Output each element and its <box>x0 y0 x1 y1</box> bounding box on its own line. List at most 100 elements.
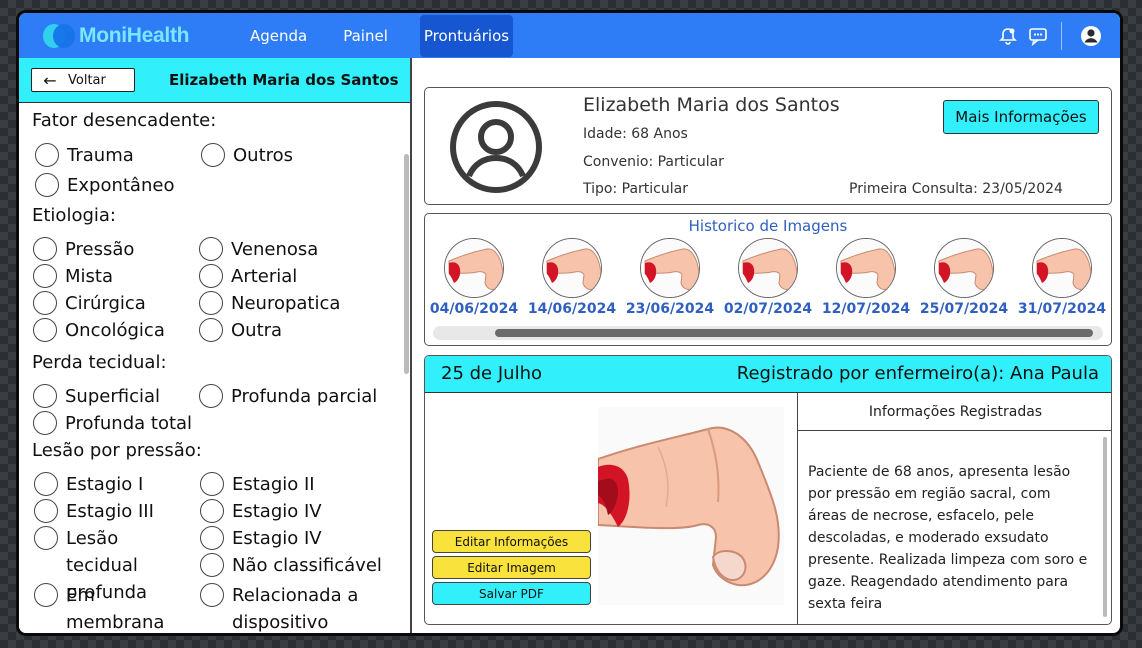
patient-age: Idade: 68 Anos <box>583 126 688 142</box>
nav-item-agenda[interactable]: Agenda <box>232 15 325 57</box>
section-title-etiology: Etiologia: <box>32 205 116 226</box>
history-date: 23/06/2024 <box>625 301 715 317</box>
radio-button[interactable] <box>34 499 58 523</box>
assessment-form: Fator desencadente: Trauma Outros Expont… <box>19 104 412 633</box>
logo-icon <box>43 23 75 48</box>
save-pdf-button[interactable]: Salvar PDF <box>432 582 591 605</box>
registered-info-title: Informações Registradas <box>798 393 1111 431</box>
edit-image-button[interactable]: Editar Imagem <box>432 556 591 579</box>
radio-button[interactable] <box>199 264 223 288</box>
radio-option[interactable]: Estagio I <box>34 471 143 498</box>
wound-thumbnail-image <box>444 238 504 298</box>
radio-button[interactable] <box>34 583 58 607</box>
radio-button[interactable] <box>35 173 59 197</box>
patient-card: Elizabeth Maria dos Santos Idade: 68 Ano… <box>424 87 1112 205</box>
section-title-pressure-injury: Lesão por pressão: <box>32 440 202 461</box>
radio-option[interactable]: Não classificável <box>200 552 382 579</box>
radio-button[interactable] <box>200 553 224 577</box>
radio-button[interactable] <box>200 583 224 607</box>
app-window: MoniHealth Agenda Painel Prontuários ← V… <box>16 10 1123 636</box>
radio-button[interactable] <box>33 411 57 435</box>
radio-option[interactable]: Estagio IV <box>200 498 322 525</box>
history-thumbnail[interactable]: 02/07/2024 <box>723 238 813 317</box>
more-info-button[interactable]: Mais Informações <box>943 100 1099 134</box>
radio-button[interactable] <box>35 143 59 167</box>
top-navigation-bar: MoniHealth Agenda Painel Prontuários <box>19 13 1120 58</box>
history-thumbnail[interactable]: 25/07/2024 <box>919 238 1009 317</box>
first-visit-date: Primeira Consulta: 23/05/2024 <box>849 181 1063 197</box>
vertical-scrollbar[interactable] <box>1103 437 1107 617</box>
divider <box>1061 21 1062 50</box>
radio-button[interactable] <box>33 264 57 288</box>
radio-button[interactable] <box>199 291 223 315</box>
radio-button[interactable] <box>33 237 57 261</box>
radio-button[interactable] <box>33 291 57 315</box>
radio-option[interactable]: Estagio III <box>34 498 154 525</box>
radio-option[interactable]: Profunda parcial <box>199 383 377 410</box>
wound-thumbnail-image <box>934 238 994 298</box>
chat-icon[interactable] <box>1027 25 1049 47</box>
history-thumbnail[interactable]: 12/07/2024 <box>821 238 911 317</box>
thumbnail-strip: 04/06/2024 14/06/2024 23/06/2024 02/07/2024… <box>425 238 1111 323</box>
radio-option[interactable]: Mista <box>33 263 113 290</box>
wound-image <box>597 407 784 605</box>
image-history-title: Historico de Imagens <box>688 217 848 235</box>
radio-option[interactable]: Estagio II <box>200 471 315 498</box>
back-button-label: Voltar <box>68 72 106 88</box>
radio-option[interactable]: Outros <box>201 142 293 169</box>
edit-info-button[interactable]: Editar Informações <box>432 530 591 553</box>
radio-button[interactable] <box>201 143 225 167</box>
user-avatar-icon <box>450 101 542 193</box>
history-date: 12/07/2024 <box>821 301 911 317</box>
history-thumbnail[interactable]: 31/07/2024 <box>1017 238 1107 317</box>
radio-button[interactable] <box>33 318 57 342</box>
nav-item-painel[interactable]: Painel <box>325 15 406 57</box>
patient-insurance: Convenio: Particular <box>583 154 724 170</box>
history-thumbnail[interactable]: 14/06/2024 <box>527 238 617 317</box>
wound-thumbnail-image <box>738 238 798 298</box>
radio-option[interactable]: Em membrana mucosa <box>34 582 194 633</box>
radio-option[interactable]: Trauma <box>35 142 134 169</box>
logo[interactable]: MoniHealth <box>43 23 208 48</box>
horizontal-scrollbar[interactable] <box>433 326 1103 340</box>
radio-button[interactable] <box>200 472 224 496</box>
history-date: 14/06/2024 <box>527 301 617 317</box>
radio-button[interactable] <box>199 237 223 261</box>
radio-option[interactable]: Cirúrgica <box>33 290 146 317</box>
wound-thumbnail-image <box>836 238 896 298</box>
radio-option[interactable]: Relacionada a dispositivo medico <box>200 582 375 633</box>
radio-button[interactable] <box>199 318 223 342</box>
radio-option[interactable]: Superficial <box>33 383 160 410</box>
radio-option[interactable]: Oncológica <box>33 317 165 344</box>
patient-type: Tipo: Particular <box>583 181 688 197</box>
nav-item-prontuarios[interactable]: Prontuários <box>419 14 514 57</box>
radio-option[interactable]: Venenosa <box>199 236 318 263</box>
main-nav: Agenda Painel Prontuários <box>232 13 514 58</box>
wound-thumbnail-image <box>1032 238 1092 298</box>
radio-button[interactable] <box>199 384 223 408</box>
wound-thumbnail-image <box>640 238 700 298</box>
back-button[interactable]: ← Voltar <box>31 68 135 92</box>
radio-button[interactable] <box>200 499 224 523</box>
radio-option[interactable]: Estagio IV <box>200 525 322 552</box>
history-date: 04/06/2024 <box>429 301 519 317</box>
vertical-scrollbar[interactable] <box>404 154 409 374</box>
radio-button[interactable] <box>200 526 224 550</box>
radio-option[interactable]: Expontâneo <box>35 172 174 199</box>
radio-option[interactable]: Arterial <box>199 263 297 290</box>
radio-button[interactable] <box>33 384 57 408</box>
radio-option[interactable]: Profunda total <box>33 410 192 437</box>
main-content: Elizabeth Maria dos Santos Idade: 68 Ano… <box>414 58 1120 633</box>
radio-option[interactable]: Outra <box>199 317 282 344</box>
history-thumbnail[interactable]: 04/06/2024 <box>429 238 519 317</box>
scrollbar-thumb[interactable] <box>495 329 1093 337</box>
radio-button[interactable] <box>34 526 58 550</box>
radio-option[interactable]: Neuropatica <box>199 290 340 317</box>
user-icon[interactable] <box>1080 25 1102 47</box>
bell-icon[interactable] <box>997 25 1019 47</box>
header-actions <box>989 13 1102 58</box>
history-thumbnail[interactable]: 23/06/2024 <box>625 238 715 317</box>
image-history-card: Historico de Imagens 04/06/2024 14/06/202… <box>424 213 1112 346</box>
radio-button[interactable] <box>34 472 58 496</box>
radio-option[interactable]: Pressão <box>33 236 134 263</box>
